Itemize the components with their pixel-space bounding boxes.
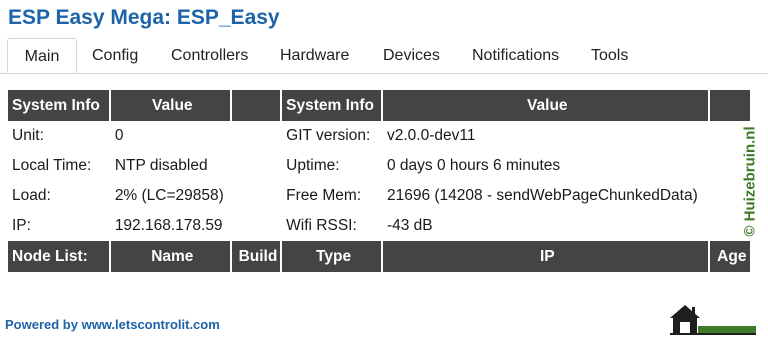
column-header: Node List:: [8, 241, 109, 272]
info-value: 192.168.178.59: [114, 217, 223, 234]
info-label: GIT version:: [286, 127, 371, 144]
tab-notifications[interactable]: Notifications: [472, 38, 559, 73]
table-row: Unit: 0 GIT version: v2.0.0-dev11: [8, 121, 750, 151]
page-title: ESP Easy Mega: ESP_Easy: [8, 6, 280, 29]
tab-config[interactable]: Config: [92, 38, 138, 73]
column-header: Build: [231, 241, 281, 272]
tab-bar: Main Config Controllers Hardware Devices…: [0, 38, 768, 74]
spacer-cell: [232, 151, 280, 181]
info-label: Free Mem:: [286, 187, 362, 204]
info-value: 21696 (14208 - sendWebPageChunkedData): [386, 187, 698, 204]
table-row: Local Time: NTP disabled Uptime: 0 days …: [8, 151, 750, 181]
table-header-row: System Info Value System Info Value: [8, 90, 750, 121]
column-header: Type: [282, 241, 381, 272]
info-label: Load:: [12, 187, 51, 204]
column-header: Value: [110, 90, 230, 121]
column-header: System Info: [282, 90, 381, 121]
watermark-text: © Huizebruin.nl: [741, 125, 759, 237]
powered-by-link[interactable]: Powered by www.letscontrolit.com: [5, 317, 220, 332]
info-label: Local Time:: [12, 157, 92, 174]
info-label: Unit:: [12, 127, 44, 144]
info-value: -43 dB: [386, 217, 433, 234]
tab-tools[interactable]: Tools: [591, 38, 628, 73]
table-row: IP: 192.168.178.59 Wifi RSSI: -43 dB: [8, 211, 750, 241]
table-row: Load: 2% (LC=29858) Free Mem: 21696 (142…: [8, 181, 750, 211]
tab-main[interactable]: Main: [7, 38, 77, 73]
info-value: v2.0.0-dev11: [386, 127, 476, 144]
house-logo-icon: [670, 305, 756, 335]
info-label: Uptime:: [286, 157, 340, 174]
column-header: Name: [110, 241, 230, 272]
spacer-cell: [232, 181, 280, 211]
info-label: Wifi RSSI:: [286, 217, 357, 234]
tab-devices[interactable]: Devices: [383, 38, 440, 73]
info-value: NTP disabled: [114, 157, 208, 174]
column-header: [231, 90, 281, 121]
spacer-cell: [232, 121, 280, 151]
info-value: 0 days 0 hours 6 minutes: [386, 157, 561, 174]
column-header: System Info: [8, 90, 109, 121]
column-header: Value: [382, 90, 708, 121]
column-header: IP: [382, 241, 708, 272]
system-info-table: System Info Value System Info Value Unit…: [6, 90, 752, 272]
info-label: IP:: [12, 217, 31, 234]
info-value: 0: [114, 127, 124, 144]
info-value: 2% (LC=29858): [114, 187, 224, 204]
tab-controllers[interactable]: Controllers: [171, 38, 248, 73]
spacer-cell: [232, 211, 280, 241]
node-list-header-row: Node List: Name Build Type IP Age: [8, 241, 750, 272]
tab-hardware[interactable]: Hardware: [280, 38, 349, 73]
